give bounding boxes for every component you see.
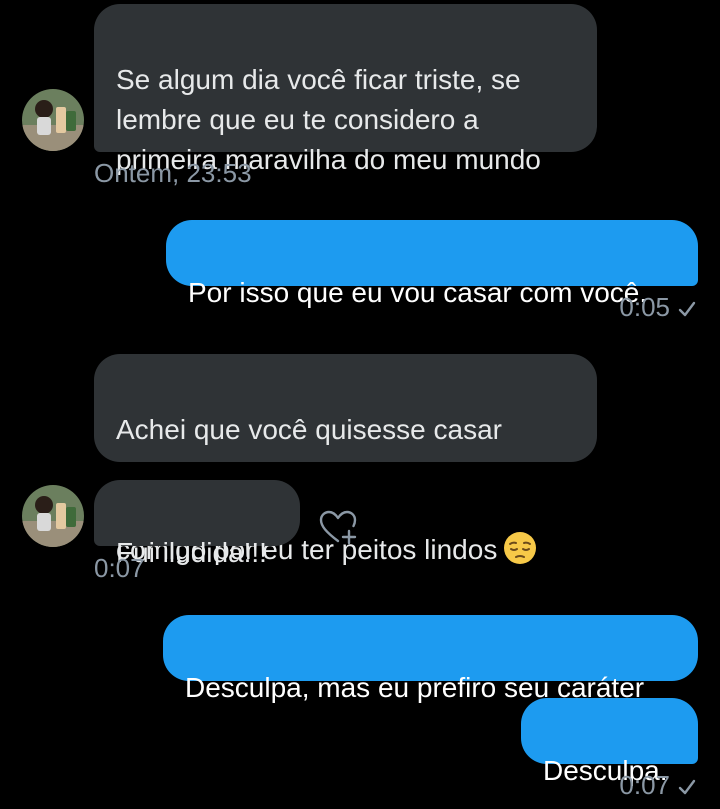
heart-plus-icon[interactable] <box>318 508 358 548</box>
message-bubble-outgoing[interactable]: Desculpa, mas eu prefiro seu caráter <box>163 615 698 703</box>
message-meta: 0:07 <box>619 770 696 803</box>
message-bubble-incoming[interactable]: Se algum dia você ficar triste, se lembr… <box>94 4 597 175</box>
message-bubble-outgoing[interactable]: Por isso que eu vou casar com você. <box>166 220 698 308</box>
message-bubble-outgoing[interactable]: Desculpa. <box>521 698 698 786</box>
checkmark-icon <box>678 772 696 803</box>
message-text: Achei que você quisesse casar <box>116 414 502 445</box>
message-timestamp: 0:05 <box>619 292 670 322</box>
message-meta: 0:05 <box>619 292 696 325</box>
avatar-photo <box>22 89 84 151</box>
pensive-face-icon <box>503 531 537 576</box>
message-timestamp: 0:07 <box>94 553 145 583</box>
avatar-photo <box>22 485 84 547</box>
message-timestamp: 0:07 <box>619 770 670 800</box>
message-text: Por isso que eu vou casar com você. <box>188 277 648 308</box>
contact-avatar[interactable] <box>22 89 84 151</box>
message-timestamp: Ontem, 23:53 <box>94 158 252 188</box>
contact-avatar[interactable] <box>22 485 84 547</box>
checkmark-icon <box>678 294 696 325</box>
message-bubble-incoming[interactable]: Achei que você quisesse casar comigo por… <box>94 354 597 565</box>
message-bubble-incoming[interactable]: Fui iludida!!! <box>94 480 300 568</box>
